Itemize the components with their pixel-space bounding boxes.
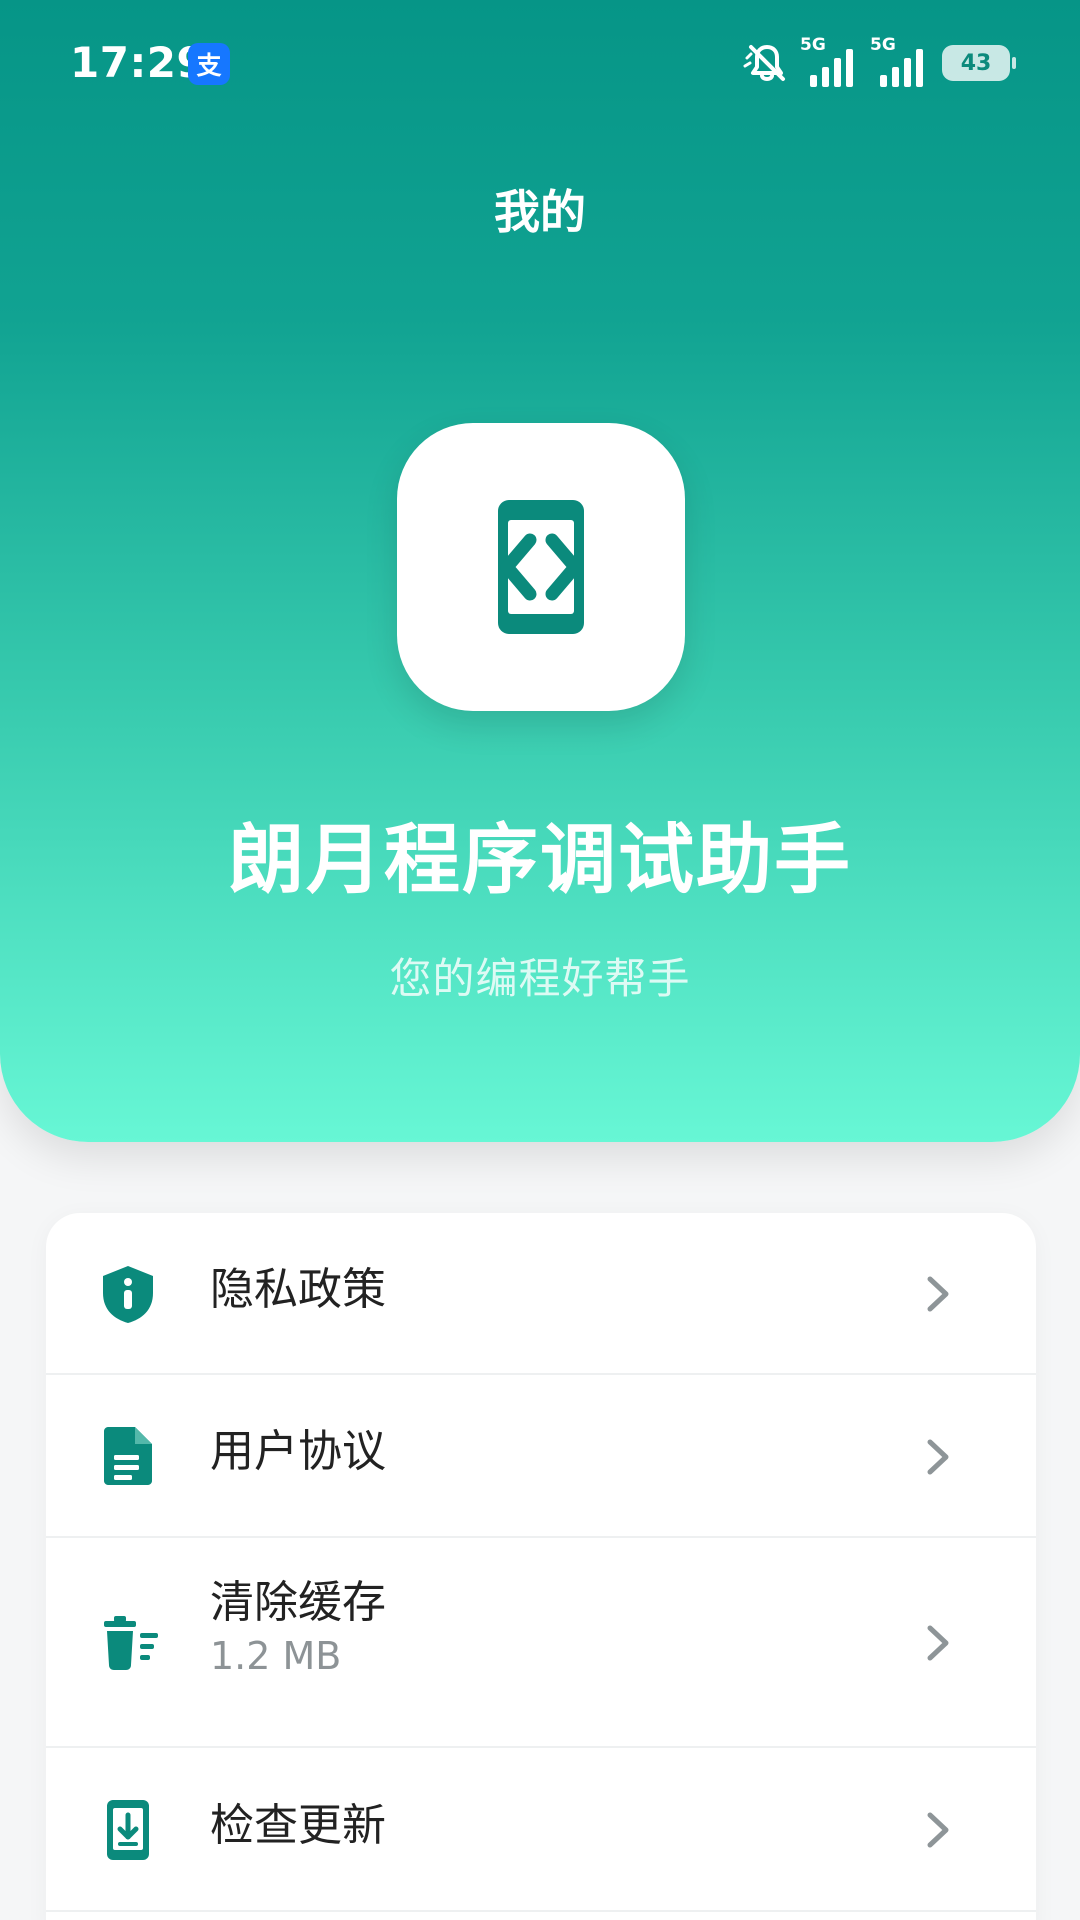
cache-size-label: 1.2 MB <box>210 1633 342 1678</box>
mine-page: 17:29 支 5G 5G 43 我的 朗月程序调试助手 您的编程好帮手 隐私政… <box>0 0 1080 1920</box>
alipay-icon: 支 <box>188 43 230 85</box>
trash-icon <box>96 1611 160 1675</box>
app-name: 朗月程序调试助手 <box>228 815 852 904</box>
chevron-right-icon <box>922 1809 954 1851</box>
profile-header: 17:29 支 5G 5G 43 我的 朗月程序调试助手 您的编程好帮手 <box>0 0 1080 1142</box>
signal-strength-2: 5G <box>870 35 932 91</box>
status-icons: 5G 5G 43 <box>742 35 1016 91</box>
chevron-right-icon <box>922 1622 954 1664</box>
phone-download-icon <box>96 1798 160 1862</box>
chevron-right-icon <box>922 1436 954 1478</box>
menu-item-user-agreement[interactable]: 用户协议 <box>46 1375 1036 1538</box>
chevron-right-icon <box>922 1273 954 1315</box>
privacy-policy-label: 隐私政策 <box>210 1264 386 1315</box>
app-logo <box>397 423 685 711</box>
battery-indicator: 43 <box>942 45 1016 81</box>
battery-level: 43 <box>960 50 992 76</box>
status-bar: 17:29 支 5G 5G 43 <box>0 0 1080 130</box>
shield-info-icon <box>96 1262 160 1326</box>
document-icon <box>96 1424 160 1488</box>
signal-bars-icon <box>880 49 923 87</box>
app-subtitle: 您的编程好帮手 <box>389 954 691 1003</box>
signal-bars-icon <box>810 49 853 87</box>
settings-menu: 隐私政策 用户协议 清除缓存 1.2 MB 检查更新 <box>46 1213 1036 1920</box>
status-time: 17:29 <box>70 38 207 87</box>
signal-strength-1: 5G <box>800 35 862 91</box>
page-title: 我的 <box>494 185 586 239</box>
menu-item-privacy-policy[interactable]: 隐私政策 <box>46 1213 1036 1375</box>
menu-item-clear-cache[interactable]: 清除缓存 1.2 MB <box>46 1538 1036 1748</box>
code-device-icon <box>498 500 584 634</box>
check-update-label: 检查更新 <box>210 1800 386 1851</box>
clear-cache-label: 清除缓存 <box>210 1577 386 1628</box>
menu-item-check-update[interactable]: 检查更新 <box>46 1748 1036 1912</box>
mute-bell-icon <box>743 45 785 81</box>
user-agreement-label: 用户协议 <box>210 1426 386 1477</box>
